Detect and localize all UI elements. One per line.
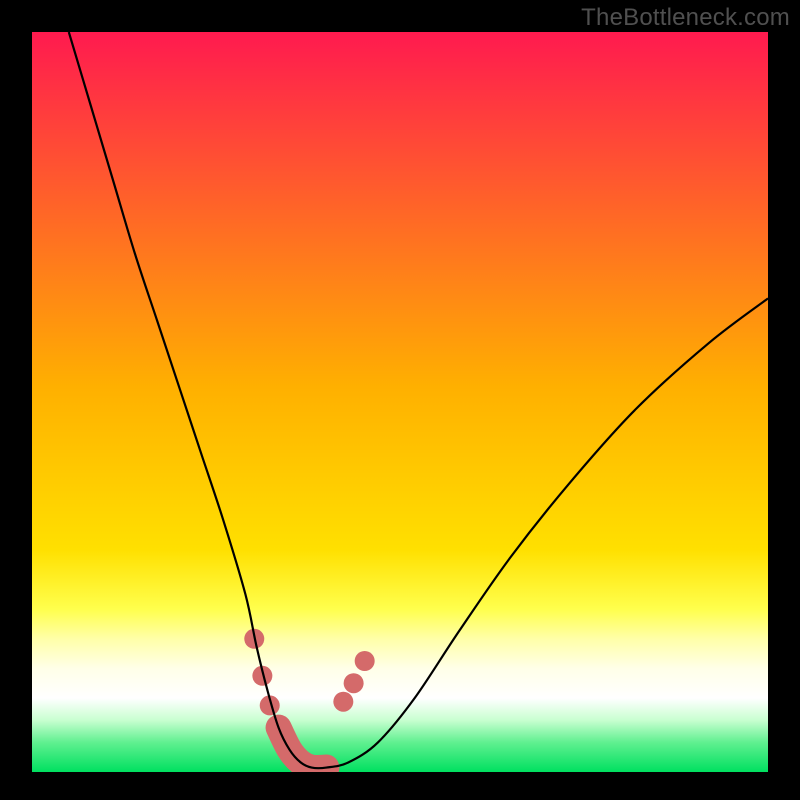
gradient-background [32,32,768,772]
highlight-dot [344,673,364,693]
chart-frame: TheBottleneck.com [0,0,800,800]
bottleneck-chart [0,0,800,800]
highlight-dot [333,692,353,712]
watermark-text: TheBottleneck.com [581,4,790,32]
highlight-dot [355,651,375,671]
